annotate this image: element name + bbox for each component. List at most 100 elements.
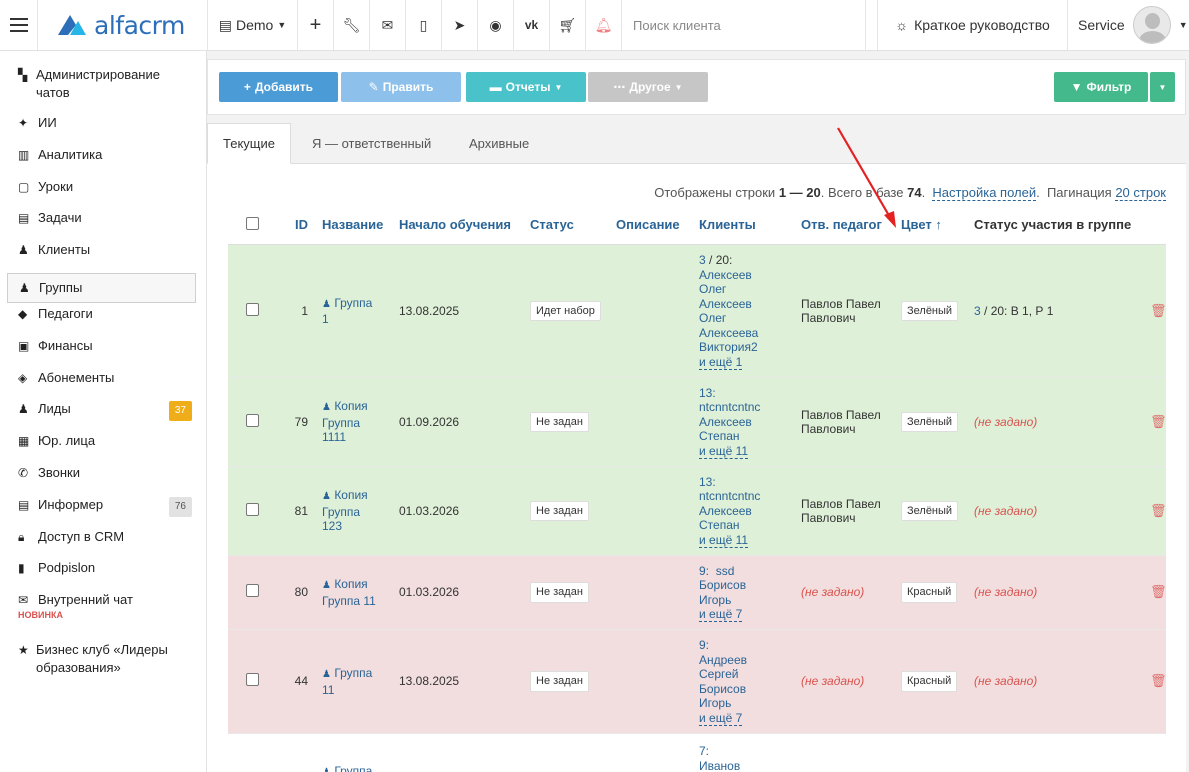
client-link[interactable]: Сергей <box>699 667 739 681</box>
whatsapp-icon[interactable]: ◉ <box>478 0 514 50</box>
clients-count-link[interactable]: 7: <box>699 744 709 758</box>
sidebar-item-chat-admin[interactable]: ▚ Администрирование чатов <box>0 66 206 114</box>
group-name-link[interactable]: ♟ Копия Группа 1111 <box>312 399 396 445</box>
row-checkbox[interactable] <box>228 584 276 601</box>
trash-icon[interactable]: 🗑︎ <box>1146 585 1167 600</box>
user-menu[interactable]: Service ▼ <box>1068 0 1189 50</box>
search-input[interactable]: Поиск клиента <box>622 0 866 50</box>
clients-count-link[interactable]: 9: <box>699 564 709 578</box>
reports-button[interactable]: ▬ Отчеты ▼ <box>466 72 586 102</box>
table-row[interactable]: 44 ♟ Группа 11 13.08.2025 Не задан 9: Ан… <box>228 630 1167 734</box>
vk-icon[interactable]: vk <box>514 0 550 50</box>
trash-icon[interactable]: 🗑︎ <box>1146 414 1167 430</box>
tab-responsible[interactable]: Я — ответственный <box>312 123 431 164</box>
clients-more-link[interactable]: и ещё 11 <box>699 443 749 459</box>
client-link[interactable]: Алексеев <box>699 504 752 518</box>
group-name-link[interactable]: ♟ Копия Группа 11 <box>312 577 396 608</box>
table-row[interactable]: 79 ♟ Копия Группа 1111 01.09.2026 Не зад… <box>228 378 1167 467</box>
table-row[interactable]: 80 ♟ Копия Группа 11 01.03.2026 Не задан… <box>228 556 1167 630</box>
header-status[interactable]: Статус <box>526 218 612 233</box>
clients-count-link[interactable]: 13: <box>699 386 716 400</box>
group-name-link[interactable]: ♟ Группа <box>312 744 396 772</box>
client-link[interactable]: Алексеев <box>699 268 752 282</box>
bell-icon[interactable]: 🔔︎ <box>586 0 622 50</box>
clients-more-link[interactable]: и ещё 7 <box>699 710 743 726</box>
logo[interactable]: alfacrm <box>38 0 208 50</box>
tab-current[interactable]: Текущие <box>207 123 291 164</box>
envelope-icon[interactable]: ✉ <box>370 0 406 50</box>
sidebar-item-ai[interactable]: ✦ ИИ <box>0 114 206 146</box>
table-row[interactable]: ♟ Группа 7: Иванов <box>228 734 1166 772</box>
tab-archive[interactable]: Архивные <box>469 123 529 164</box>
sidebar-item-finance[interactable]: ▣ Финансы <box>0 337 206 369</box>
client-link[interactable]: Игорь <box>699 696 731 710</box>
pagination-link[interactable]: 20 строк <box>1115 185 1166 201</box>
client-link[interactable]: Андреев <box>699 653 747 667</box>
sidebar-item-legal[interactable]: ▦ Юр. лица <box>0 432 206 464</box>
participation-count-link[interactable]: 3 <box>974 304 981 318</box>
sidebar-item-analytics[interactable]: ▥ Аналитика <box>0 146 206 178</box>
sidebar-item-lessons[interactable]: ▢ Уроки <box>0 178 206 210</box>
clients-count-link[interactable]: 13: <box>699 475 716 489</box>
group-name-link[interactable]: ♟ Копия Группа 123 <box>312 488 396 534</box>
header-start[interactable]: Начало обучения <box>396 218 526 233</box>
trash-icon[interactable]: 🗑︎ <box>1146 503 1167 519</box>
plus-icon[interactable]: + <box>298 0 334 50</box>
clients-more-link[interactable]: и ещё 7 <box>699 607 743 622</box>
clients-more-link[interactable]: и ещё 1 <box>699 354 743 370</box>
client-link[interactable]: ntcnntcntnc <box>699 400 760 414</box>
row-checkbox[interactable] <box>228 302 276 320</box>
sidebar-item-access[interactable]: 🔒︎ Доступ в CRM <box>0 528 206 560</box>
header-name[interactable]: Название <box>312 218 396 233</box>
filter-button[interactable]: ▼ Фильтр <box>1054 72 1148 102</box>
sidebar-item-business-club[interactable]: ★ Бизнес клуб «Лидеры образования» <box>0 641 206 691</box>
row-checkbox[interactable] <box>228 502 276 520</box>
filter-dropdown-button[interactable]: ▼ <box>1150 72 1175 102</box>
header-description[interactable]: Описание <box>612 218 695 233</box>
client-link[interactable]: Алексеева <box>699 326 758 340</box>
client-link[interactable]: Игорь <box>699 593 731 607</box>
sidebar-item-groups[interactable]: ♟ Группы <box>7 272 196 303</box>
client-link[interactable]: Алексеев <box>699 297 752 311</box>
group-name-link[interactable]: ♟ Группа 1 <box>312 296 396 327</box>
clients-more-link[interactable]: и ещё 11 <box>699 532 749 548</box>
client-link[interactable]: Виктория2 <box>699 340 758 354</box>
client-link[interactable]: Степан <box>699 518 740 532</box>
sidebar-item-subscriptions[interactable]: ◈ Абонементы <box>0 369 206 401</box>
mobile-icon[interactable]: ▯ <box>406 0 442 50</box>
client-link[interactable]: ntcnntcntnc <box>699 489 760 503</box>
table-row[interactable]: 1 ♟ Группа 1 13.08.2025 Идет набор 3 / 2… <box>228 245 1167 378</box>
header-color[interactable]: Цвет ↑ <box>897 218 970 233</box>
telegram-icon[interactable]: ➤ <box>442 0 478 50</box>
sidebar-item-leads[interactable]: ♟ Лиды 37 <box>0 400 206 432</box>
row-checkbox[interactable] <box>228 413 276 431</box>
menu-burger-icon[interactable] <box>0 0 38 50</box>
header-id[interactable]: ID <box>276 218 312 233</box>
header-teacher[interactable]: Отв. педагог <box>797 218 897 233</box>
client-link[interactable]: Борисов <box>699 682 746 696</box>
client-link[interactable]: Олег <box>699 282 726 296</box>
clients-count-link[interactable]: 3 <box>699 253 706 267</box>
edit-button[interactable]: ✎ Править <box>341 72 461 102</box>
branch-dropdown[interactable]: ▤ Demo ▼ <box>208 0 298 50</box>
add-button[interactable]: + Добавить <box>219 72 338 102</box>
client-link[interactable]: Олег <box>699 311 726 325</box>
trash-icon[interactable]: 🗑︎ <box>1146 674 1167 689</box>
wrench-icon[interactable]: 🔧︎ <box>334 0 370 50</box>
sidebar-item-internal-chat[interactable]: ✉ Внутренний чат НОВИНКА <box>0 591 206 641</box>
row-checkbox[interactable] <box>228 673 276 690</box>
header-clients[interactable]: Клиенты <box>695 218 797 233</box>
sidebar-item-informer[interactable]: ▤ Информер 76 <box>0 496 206 528</box>
client-link[interactable]: Степан <box>699 429 740 443</box>
client-link[interactable]: Иванов <box>699 759 740 772</box>
table-row[interactable]: 81 ♟ Копия Группа 123 01.03.2026 Не зада… <box>228 467 1167 556</box>
sidebar-item-calls[interactable]: ✆ Звонки <box>0 464 206 496</box>
sidebar-item-tasks[interactable]: ▤ Задачи <box>0 209 206 241</box>
guide-link[interactable]: ☼ Краткое руководство <box>878 0 1068 50</box>
sidebar-item-teachers[interactable]: ◆ Педагоги <box>0 305 206 337</box>
cart-icon[interactable]: 🛒︎ <box>550 0 586 50</box>
select-all-checkbox[interactable] <box>228 217 276 234</box>
other-button[interactable]: ⋯ Другое ▼ <box>588 72 708 102</box>
clients-count-link[interactable]: 9: <box>699 638 709 652</box>
client-link[interactable]: Борисов <box>699 578 746 592</box>
